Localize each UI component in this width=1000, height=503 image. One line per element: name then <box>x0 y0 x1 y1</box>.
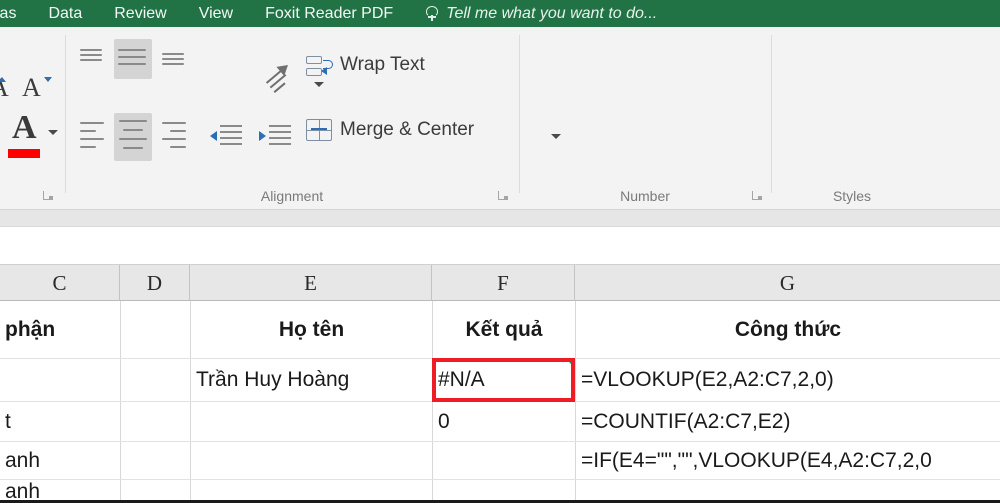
cell-f1[interactable]: Kết quả <box>433 301 575 358</box>
merge-and-center-button[interactable]: Merge & Center <box>306 119 474 141</box>
cell-d2[interactable] <box>121 359 190 401</box>
cell-c4[interactable]: anh <box>0 442 120 479</box>
orientation-dropdown-icon[interactable] <box>314 82 324 87</box>
spreadsheet-grid: C D E F G phận Họ tên Kết quả Công thức <box>0 265 1000 503</box>
cell-g2[interactable]: =VLOOKUP(E2,A2:C7,2,0) <box>576 359 1000 401</box>
merge-cells-icon <box>306 119 332 141</box>
cell-e1[interactable]: Họ tên <box>191 301 432 358</box>
merge-and-center-label: Merge & Center <box>340 119 475 140</box>
font-color-swatch <box>8 149 40 158</box>
decrease-font-caret-icon <box>44 77 52 82</box>
align-center-button[interactable] <box>114 113 152 161</box>
ribbon-tab-formulas[interactable]: las <box>0 0 32 27</box>
alignment-group-label: Alignment <box>260 188 324 204</box>
increase-indent-button[interactable] <box>256 123 291 149</box>
cell-g4[interactable]: =IF(E4="","",VLOOKUP(E4,A2:C7,2,0 <box>576 442 1000 479</box>
column-header-row: C D E F G <box>0 265 1000 301</box>
cell-c2[interactable] <box>0 359 120 401</box>
cell-f2[interactable]: #N/A <box>433 359 575 401</box>
cells-area: phận Họ tên Kết quả Công thức Trần Huy H… <box>0 301 1000 503</box>
ribbon-group-styles: ≠ Conditional Formatting <box>772 27 1000 210</box>
ribbon-tab-data[interactable]: Data <box>32 0 98 27</box>
excel-window: las Data Review View Foxit Reader PDF Te… <box>0 0 1000 503</box>
decrease-font-size-icon[interactable]: A <box>22 73 41 103</box>
increase-indent-icon <box>259 131 266 141</box>
cell-f3[interactable]: 0 <box>433 402 575 441</box>
column-header-f[interactable]: F <box>432 265 575 301</box>
ribbon-tab-foxit-reader-pdf[interactable]: Foxit Reader PDF <box>249 0 409 27</box>
font-dialog-launcher[interactable] <box>42 189 55 202</box>
ribbon-tab-review[interactable]: Review <box>98 0 182 27</box>
column-header-e[interactable]: E <box>190 265 432 301</box>
ribbon-tab-bar: las Data Review View Foxit Reader PDF Te… <box>0 0 1000 27</box>
cell-d1[interactable] <box>121 301 190 358</box>
align-right-button[interactable] <box>158 117 188 159</box>
cell-e4[interactable] <box>191 442 432 479</box>
wrap-text-icon <box>306 55 333 79</box>
cell-g1[interactable]: Công thức <box>576 301 1000 358</box>
ribbon-bottom-band <box>0 210 1000 227</box>
wrap-text-button[interactable]: Wrap Text <box>306 54 425 79</box>
cell-e3[interactable] <box>191 402 432 441</box>
alignment-dialog-launcher[interactable] <box>497 189 510 202</box>
formula-bar[interactable] <box>0 227 1000 265</box>
tell-me-placeholder: Tell me what you want to do... <box>446 4 658 22</box>
tell-me-search[interactable]: Tell me what you want to do... <box>425 5 657 23</box>
font-color-letter: A <box>12 109 37 146</box>
ribbon-group-number: General $ % , .00 .00 .00 .0 Number <box>520 27 770 210</box>
ribbon: A A A <box>0 27 1000 210</box>
text-orientation-icon <box>264 60 298 97</box>
align-top-button[interactable] <box>76 45 106 71</box>
text-orientation-button[interactable] <box>265 60 310 97</box>
number-group-label: Number <box>620 188 670 204</box>
column-header-g[interactable]: G <box>575 265 1000 301</box>
cell-e2[interactable]: Trần Huy Hoàng <box>191 359 432 401</box>
lightbulb-icon <box>425 5 439 22</box>
cell-f4[interactable] <box>433 442 575 479</box>
cell-c3[interactable]: t <box>0 402 120 441</box>
wrap-text-label: Wrap Text <box>340 54 425 75</box>
column-header-c[interactable]: C <box>0 265 120 301</box>
font-color-dropdown-icon[interactable] <box>48 130 58 135</box>
increase-font-caret-icon <box>0 77 6 82</box>
align-bottom-button[interactable] <box>158 49 188 75</box>
column-header-d[interactable]: D <box>120 265 190 301</box>
decrease-indent-button[interactable] <box>208 123 242 149</box>
font-color-button[interactable]: A <box>8 109 42 158</box>
ribbon-group-font: A A A <box>0 27 66 210</box>
decrease-indent-icon <box>210 131 217 141</box>
ribbon-group-alignment: Wrap Text Merge & Center Alignment <box>66 27 561 210</box>
align-middle-button[interactable] <box>114 39 152 79</box>
cell-d4[interactable] <box>121 442 190 479</box>
ribbon-tab-view[interactable]: View <box>183 0 249 27</box>
align-left-button[interactable] <box>76 117 106 159</box>
styles-group-label: Styles <box>832 188 872 204</box>
cell-d3[interactable] <box>121 402 190 441</box>
cell-error-triangle-icon <box>566 359 575 368</box>
cell-c1[interactable]: phận <box>0 301 120 358</box>
cell-g3[interactable]: =COUNTIF(A2:C7,E2) <box>576 402 1000 441</box>
